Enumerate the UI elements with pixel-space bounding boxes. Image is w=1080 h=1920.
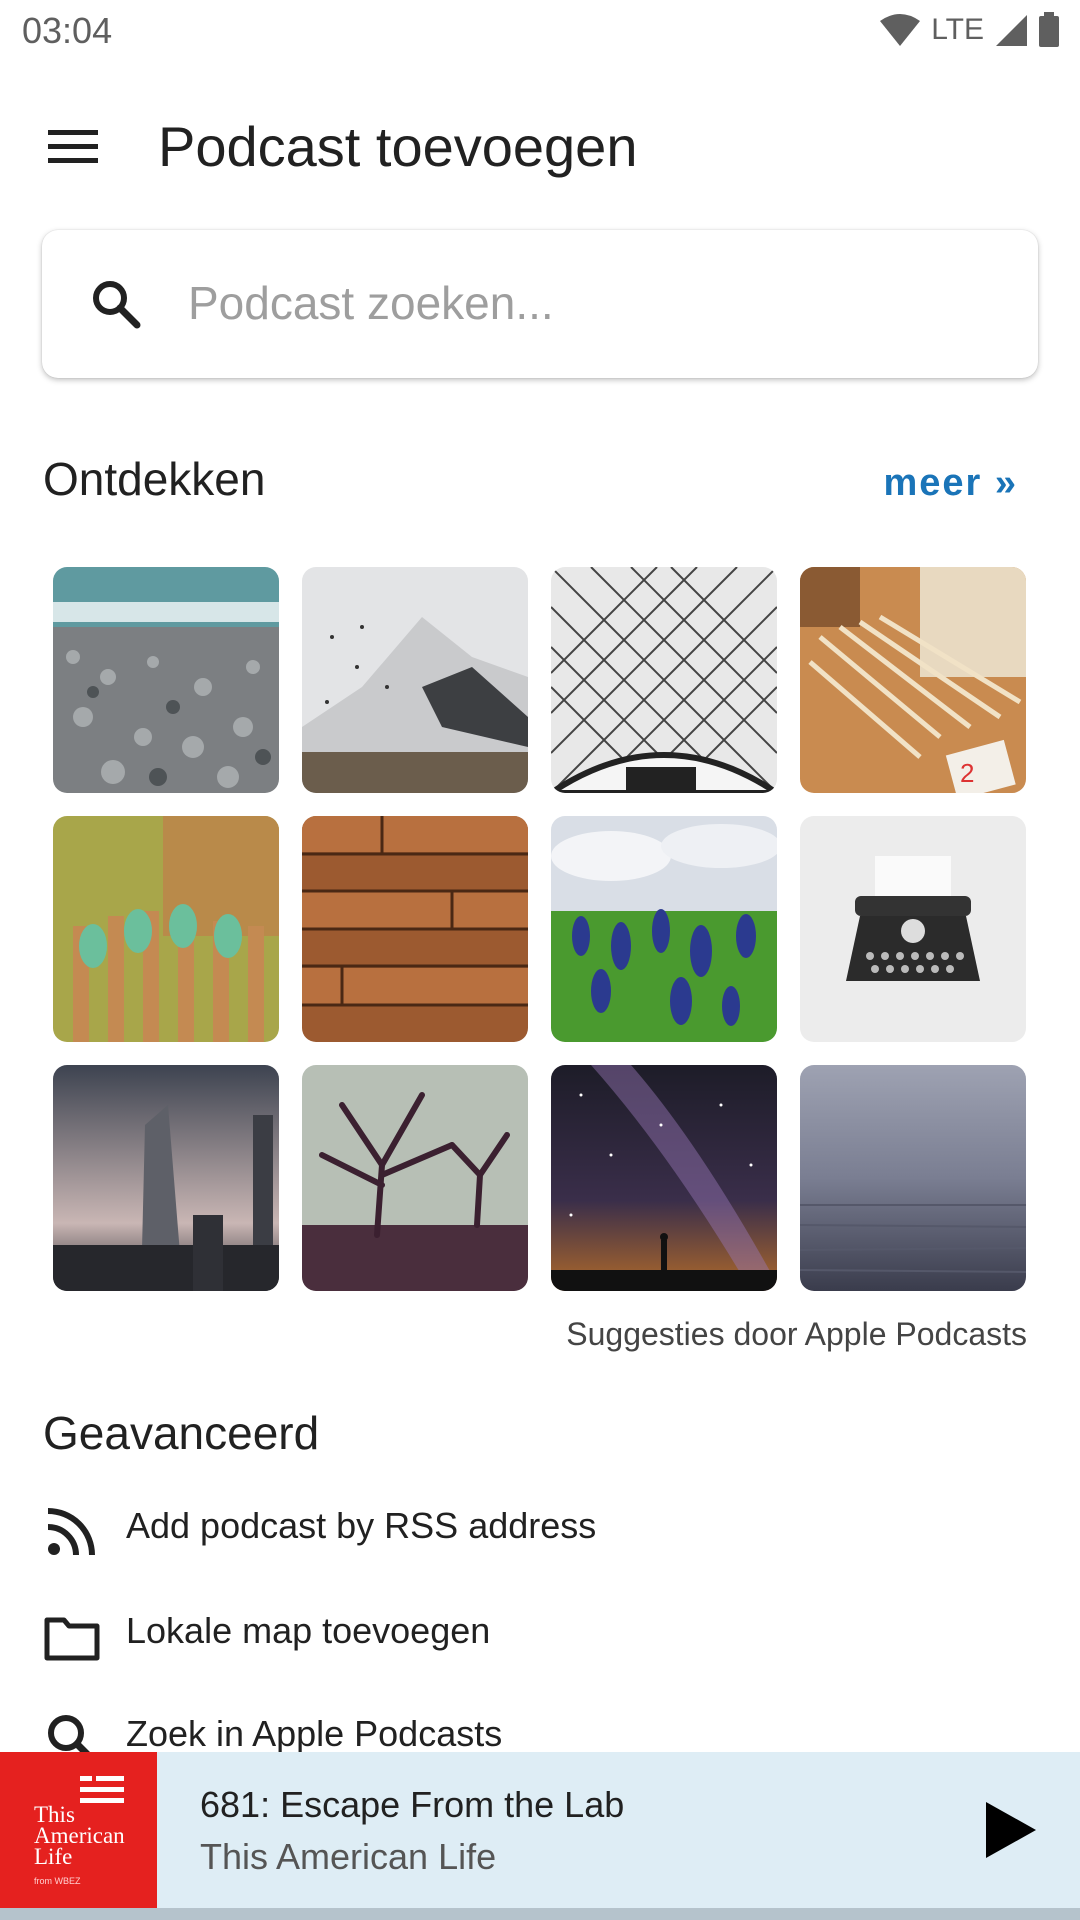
podcast-tile-typewriter[interactable] [800,816,1026,1042]
attribution-text: Suggesties door Apple Podcasts [566,1316,1027,1352]
podcast-tile-snowy-mountain[interactable] [302,567,528,793]
artwork-subtext: from WBEZ [34,1876,81,1886]
advanced-heading: Geavanceerd [43,1407,320,1459]
podcast-tile-pencils-on-desk[interactable]: 2 [800,567,1026,793]
flag-icon [80,1776,124,1803]
page-title: Podcast toevoegen [158,115,638,178]
svg-text:2: 2 [960,758,974,788]
podcast-tile-grey-sea[interactable] [800,1065,1026,1291]
mini-player[interactable]: This American Life from WBEZ 681: Escape… [0,1752,1080,1908]
episode-title: 681: Escape From the Lab [200,1784,625,1825]
wifi-icon [880,14,921,46]
podcast-tile-green-bottles-fence[interactable] [53,816,279,1042]
podcast-tile-glass-dome[interactable] [551,567,777,793]
search-apple-label: Zoek in Apple Podcasts [126,1713,503,1754]
local-folder-item[interactable]: Lokale map toevoegen [0,1590,1080,1680]
menu-icon[interactable] [46,124,100,168]
bottom-divider [0,1908,1080,1920]
local-folder-label: Lokale map toevoegen [126,1610,491,1651]
rss-icon [47,1508,95,1556]
podcast-tile-skyscraper-dusk[interactable] [53,1065,279,1291]
podcast-tile-misty-trees[interactable] [302,1065,528,1291]
folder-icon [44,1617,100,1661]
podcast-tile-wood-planks[interactable] [302,816,528,1042]
podcast-tile-bluebonnet-field[interactable] [551,816,777,1042]
discover-heading: Ontdekken [43,453,266,505]
status-icons: LTE [879,12,1060,48]
podcast-tile-milky-way[interactable] [551,1065,777,1291]
app-bar: Podcast toevoegen [0,86,1080,216]
status-bar: 03:04 LTE [0,0,1080,64]
network-type: LTE [931,13,984,46]
search-input[interactable]: Podcast zoeken... [188,276,554,330]
status-time: 03:04 [22,10,113,51]
podcast-name: This American Life [200,1836,497,1877]
podcast-artwork: This American Life from WBEZ [0,1752,157,1908]
battery-icon [1039,12,1059,47]
play-icon[interactable] [980,1798,1040,1862]
add-rss-item[interactable]: Add podcast by RSS address [0,1485,1080,1575]
signal-icon [996,15,1027,46]
add-rss-label: Add podcast by RSS address [126,1505,597,1546]
search-field[interactable]: Podcast zoeken... [42,230,1038,378]
podcast-tile-pebble-beach[interactable] [53,567,279,793]
artwork-logo-text: This American Life [34,1802,125,1869]
more-link[interactable]: meer » [883,462,1018,505]
search-icon [93,281,141,329]
discover-grid: 2 [53,567,1027,1291]
